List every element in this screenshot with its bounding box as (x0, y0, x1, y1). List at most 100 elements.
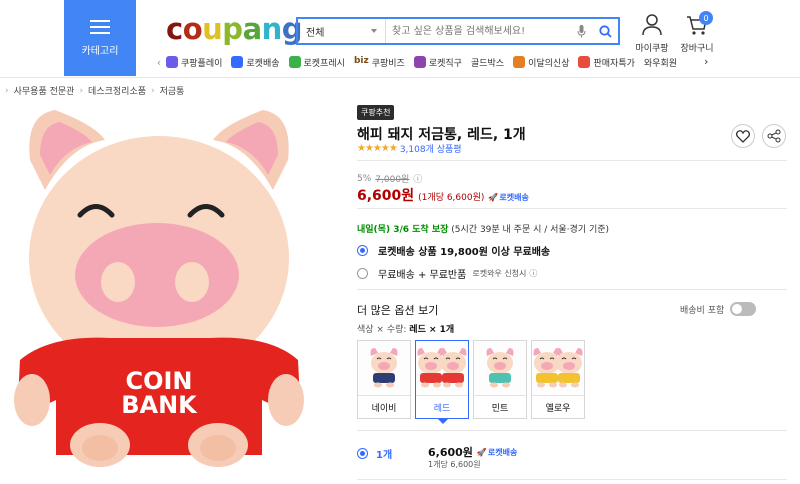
divider (357, 479, 787, 480)
nav-item-label: 쿠팡플레이 (181, 58, 223, 69)
radio-selected[interactable] (357, 245, 368, 256)
shipping-option-sub: 로켓와우 신청시 (472, 269, 527, 278)
search-icon (598, 24, 612, 38)
heart-icon (736, 129, 750, 143)
divider (357, 208, 787, 209)
shipping-option-text: 무료배송 + 무료반품 (378, 270, 467, 281)
nav-item-label: 로켓직구 (428, 58, 462, 69)
nav-item-label: 판매자특가 (593, 58, 635, 69)
nav-item[interactable]: 판매자특가 (578, 56, 635, 69)
chevron-down-icon (371, 29, 377, 33)
chevron-right-icon[interactable]: › (704, 55, 708, 68)
option-selection: 색상 × 수량: 레드 × 1개 (357, 322, 454, 335)
cart-count-badge: 0 (699, 11, 713, 25)
product-image[interactable]: COIN BANK (0, 100, 318, 480)
color-option-1[interactable]: 네이비 (357, 340, 411, 419)
option-selection-prefix: 색상 × 수량: (357, 325, 407, 335)
shipping-option-rocket[interactable]: 로켓배송 상품 19,800원 이상 무료배송 (357, 243, 550, 258)
selected-price-row: 6,600원 🚀 로켓배송 (428, 444, 517, 460)
rocket-icon: 🚀 (476, 447, 487, 457)
option-name: 민트 (491, 404, 509, 414)
sale-price: 6,600원 (357, 188, 415, 204)
bag-icon (513, 56, 526, 68)
radio-selected[interactable] (357, 448, 368, 459)
shipping-included-label: 배송비 포함 (680, 305, 725, 316)
rocket-badge: 🚀 로켓배송 (488, 193, 529, 202)
rocket-icon (231, 56, 244, 68)
divider (357, 430, 787, 431)
discount-rate: 5% (357, 173, 372, 184)
option-thumbnail (532, 341, 584, 396)
delivery-note: (5시간 39분 내 주문 시 / 서울⋅경기 기준) (451, 225, 610, 235)
unit-price: (1개당 6,600원) (418, 193, 485, 203)
quantity-option: 1개 (376, 450, 393, 461)
breadcrumb-item[interactable]: 저금통 (160, 84, 185, 97)
rating-row[interactable]: ★★★★★ 3,108개 상품평 (357, 142, 462, 155)
rating-stars: ★★★★★ (357, 143, 398, 154)
chevron-right-icon: › (79, 85, 84, 96)
review-count[interactable]: 3,108개 상품평 (400, 142, 462, 155)
logo-letter: p (222, 12, 243, 46)
header-divider (0, 77, 800, 78)
shipping-included-toggle-row: 배송비 포함 (680, 302, 757, 316)
nav-item[interactable]: 로켓직구 (413, 56, 462, 69)
chevron-right-icon: › (5, 85, 9, 96)
chevron-left-icon[interactable]: ‹ (152, 56, 166, 69)
breadcrumb-item[interactable]: 데스크정리소품 (88, 84, 146, 97)
nav-item[interactable]: 로켓프레시 (288, 56, 345, 69)
share-button[interactable] (762, 124, 786, 148)
user-icon (642, 14, 662, 36)
option-name: 네이비 (371, 404, 397, 414)
wishlist-button[interactable] (731, 124, 755, 148)
rocket-badge: 🚀 로켓배송 (476, 447, 518, 457)
info-icon[interactable]: ⓘ (529, 268, 537, 279)
search-category-value: 전체 (306, 27, 325, 39)
logo-letter: c (166, 12, 183, 46)
microphone-icon[interactable] (570, 24, 592, 38)
original-price: 7,000원 (375, 175, 410, 185)
biz-icon: biz (353, 56, 369, 66)
radio-unselected[interactable] (357, 268, 368, 279)
category-menu-button[interactable]: 카테고리 (64, 0, 136, 76)
chevron-right-icon: › (151, 85, 155, 96)
shipping-option-wow[interactable]: 무료배송 + 무료반품 로켓와우 신청시 ⓘ (357, 266, 537, 281)
nav-item[interactable]: 로켓배송 (231, 56, 280, 69)
nav-item-label: 로켓배송 (246, 58, 280, 69)
color-option-3[interactable]: 민트 (473, 340, 527, 419)
divider (357, 289, 787, 290)
nav-item-label: 이달의신상 (528, 58, 570, 69)
category-label: 카테고리 (81, 45, 119, 57)
breadcrumb-item[interactable]: 사무용품 전문관 (14, 84, 75, 97)
price-row: 6,600원 (1개당 6,600원) 🚀 로켓배송 (357, 185, 529, 205)
percent-icon (578, 56, 591, 68)
color-option-4[interactable]: 옐로우 (531, 340, 585, 419)
cart-button[interactable]: 0 장바구니 (677, 11, 717, 54)
nav-item-label: 골드박스 (470, 58, 505, 69)
play-icon (166, 56, 178, 68)
search-category-select[interactable]: 전체 (298, 19, 386, 43)
nav-item[interactable]: 골드박스 (471, 56, 504, 69)
nav-item[interactable]: 쿠팡플레이 (166, 56, 222, 69)
selected-option-row[interactable]: 1개 (357, 446, 392, 461)
bank-text: BANK (121, 391, 198, 419)
option-selection-value: 레드 × 1개 (409, 325, 455, 335)
nav-item[interactable]: 이달의신상 (513, 56, 569, 69)
divider (357, 160, 787, 161)
shipping-included-toggle[interactable] (730, 302, 757, 316)
option-thumbnail (416, 341, 468, 396)
nav-item-label: 로켓프레시 (303, 58, 345, 69)
color-option-2[interactable]: 레드 (415, 340, 469, 424)
search-button[interactable] (592, 24, 618, 38)
more-options-label[interactable]: 더 많은 옵션 보기 (357, 302, 438, 318)
mypage-button[interactable]: 마이쿠팡 (632, 14, 672, 54)
option-thumbnail (474, 341, 526, 396)
product-title: 해피 돼지 저금통, 레드, 1개 (357, 127, 526, 143)
nav-item[interactable]: biz 쿠팡비즈 (354, 56, 405, 69)
breadcrumb: › 사무용품 전문관 › 데스크정리소품 › 저금통 (0, 84, 185, 98)
product-page: 카테고리 coupang 전체 마이쿠팡 0 장바구니 ‹ 쿠팡플레이로켓배송로… (0, 0, 800, 484)
nav-item[interactable]: 와우회원 (644, 56, 677, 69)
selected-price: 6,600원 (428, 446, 473, 459)
coupang-logo[interactable]: coupang (166, 12, 303, 46)
search-input[interactable] (386, 19, 570, 43)
info-icon[interactable]: ⓘ (413, 172, 422, 185)
